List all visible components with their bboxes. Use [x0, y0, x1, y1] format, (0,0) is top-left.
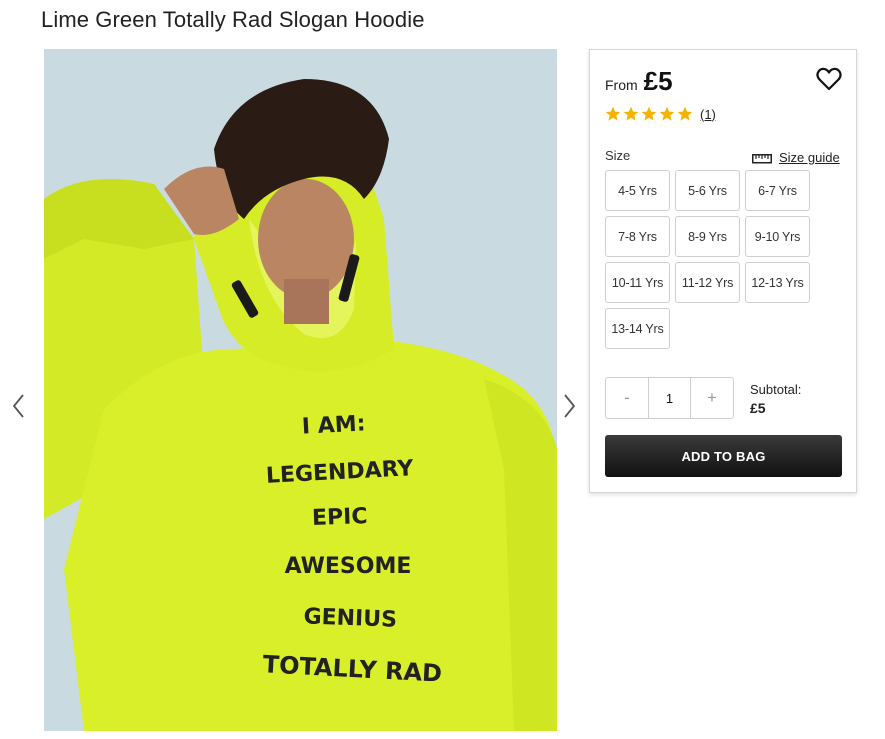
ruler-icon — [752, 153, 772, 163]
subtotal: Subtotal: £5 — [750, 381, 801, 417]
size-option[interactable]: 7-8 Yrs — [605, 216, 670, 257]
quantity-input[interactable]: 1 — [648, 378, 691, 418]
star-icon — [677, 106, 693, 121]
price: £5 — [643, 66, 673, 96]
gallery-prev-button[interactable] — [9, 391, 29, 421]
size-option[interactable]: 9-10 Yrs — [745, 216, 810, 257]
size-option[interactable]: 11-12 Yrs — [675, 262, 740, 303]
star-icon — [641, 106, 657, 121]
star-icon — [605, 106, 621, 121]
price-row: From £5 — [605, 66, 673, 97]
quantity-stepper: - 1 + — [605, 377, 734, 419]
add-to-bag-button[interactable]: ADD TO BAG — [605, 435, 842, 477]
heart-icon — [816, 67, 842, 91]
print-line-5: GENIUS — [303, 604, 397, 632]
size-option[interactable]: 10-11 Yrs — [605, 262, 670, 303]
quantity-increase-button[interactable]: + — [691, 378, 733, 418]
size-option[interactable]: 5-6 Yrs — [675, 170, 740, 211]
from-label: From — [605, 77, 638, 93]
chevron-right-icon — [564, 394, 576, 418]
print-line-4: AWESOME — [285, 554, 412, 579]
subtotal-value: £5 — [750, 400, 766, 416]
gallery-next-button[interactable] — [559, 391, 579, 421]
size-option[interactable]: 13-14 Yrs — [605, 308, 670, 349]
print-line-1: I AM: — [301, 411, 366, 439]
size-guide-link[interactable]: Size guide — [752, 150, 840, 165]
print-line-3: EPIC — [312, 504, 368, 531]
size-option[interactable]: 6-7 Yrs — [745, 170, 810, 211]
review-count-link[interactable]: (1) — [700, 107, 716, 122]
product-image[interactable]: I AM: LEGENDARY EPIC AWESOME GENIUS TOTA… — [44, 49, 557, 731]
star-icon — [659, 106, 675, 121]
star-icon — [623, 106, 639, 121]
chevron-left-icon — [12, 394, 24, 418]
size-option[interactable]: 12-13 Yrs — [745, 262, 810, 303]
subtotal-label: Subtotal: — [750, 382, 802, 397]
size-option[interactable]: 4-5 Yrs — [605, 170, 670, 211]
quantity-decrease-button[interactable]: - — [606, 378, 648, 418]
product-title: Lime Green Totally Rad Slogan Hoodie — [41, 7, 425, 32]
rating: (1) — [605, 106, 716, 122]
purchase-panel: From £5 (1) Size Size guide 4-5 Yrs 5-6 … — [589, 49, 857, 493]
hoodie-photo: I AM: LEGENDARY EPIC AWESOME GENIUS TOTA… — [44, 49, 557, 731]
size-option[interactable]: 8-9 Yrs — [675, 216, 740, 257]
size-label: Size — [605, 148, 631, 163]
size-guide-label: Size guide — [779, 150, 840, 165]
wishlist-button[interactable] — [815, 65, 843, 93]
